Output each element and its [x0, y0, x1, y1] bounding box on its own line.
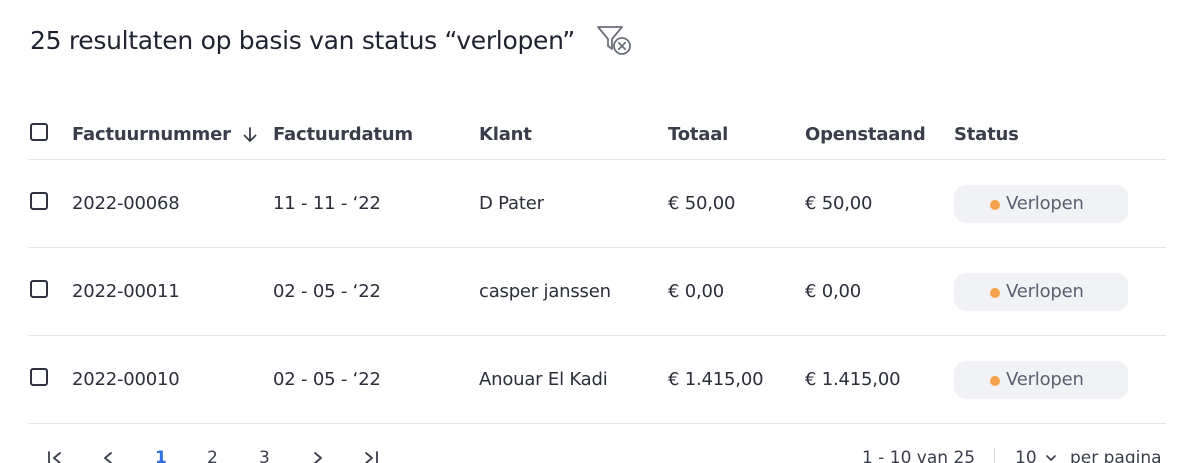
chevron-down-icon: [1046, 455, 1056, 461]
page-range-text: 1 - 10 van 25: [862, 448, 976, 463]
invoice-number: 2022-00068: [72, 193, 180, 214]
per-page-value: 10: [1015, 448, 1037, 463]
invoice-date: 02 - 05 - ‘22: [273, 369, 381, 390]
invoice-client: casper janssen: [479, 281, 611, 302]
row-checkbox[interactable]: [30, 280, 48, 303]
page-1-button[interactable]: 1: [155, 448, 167, 463]
page-3-button[interactable]: 3: [259, 448, 270, 463]
invoice-total: € 0,00: [668, 281, 725, 302]
status-dot-icon: [990, 287, 1000, 298]
invoice-client: Anouar El Kadi: [479, 369, 608, 390]
invoice-table: Factuurnummer Factuurdatum Klant Totaal …: [28, 110, 1166, 424]
filter-clear-icon: [597, 26, 631, 55]
invoice-number: 2022-00011: [72, 281, 180, 302]
status-dot-icon: [990, 199, 1000, 210]
per-page-label: per pagina: [1070, 448, 1162, 463]
clear-filter-button[interactable]: [595, 22, 635, 58]
first-page-icon[interactable]: [46, 450, 66, 463]
chevron-left-icon[interactable]: [100, 450, 116, 463]
column-header-status[interactable]: Status: [954, 124, 1019, 145]
column-header-open[interactable]: Openstaand: [805, 124, 926, 145]
row-checkbox[interactable]: [30, 192, 48, 215]
pager-divider: [994, 448, 995, 463]
invoice-date: 11 - 11 - ‘22: [273, 193, 381, 214]
column-header-date[interactable]: Factuurdatum: [273, 124, 413, 145]
invoice-open-amount: € 0,00: [805, 281, 862, 302]
status-badge-label: Verlopen: [1006, 193, 1084, 214]
invoice-total: € 1.415,00: [668, 369, 764, 390]
row-checkbox[interactable]: [30, 368, 48, 391]
status-badge: Verlopen: [954, 360, 1128, 399]
status-badge-label: Verlopen: [1006, 281, 1084, 302]
status-badge-label: Verlopen: [1006, 369, 1084, 390]
column-header-total[interactable]: Totaal: [668, 124, 728, 145]
invoice-number: 2022-00010: [72, 369, 180, 390]
page-title: 25 resultaten op basis van status “verlo…: [30, 25, 575, 55]
chevron-right-icon[interactable]: [310, 450, 326, 463]
table-row[interactable]: 2022-00068 11 - 11 - ‘22 D Pater € 50,00…: [28, 160, 1166, 248]
page-2-button[interactable]: 2: [207, 448, 218, 463]
table-row[interactable]: 2022-00010 02 - 05 - ‘22 Anouar El Kadi …: [28, 336, 1166, 424]
table-row[interactable]: 2022-00011 02 - 05 - ‘22 casper janssen …: [28, 248, 1166, 336]
pagination: 1 2 3 1 - 10 van 25 10 per pagina: [0, 448, 1200, 463]
table-header-row: Factuurnummer Factuurdatum Klant Totaal …: [28, 110, 1166, 160]
invoice-open-amount: € 1.415,00: [805, 369, 901, 390]
status-badge: Verlopen: [954, 184, 1128, 223]
arrow-down-icon: [243, 126, 257, 142]
last-page-icon[interactable]: [360, 450, 380, 463]
column-header-number-label: Factuurnummer: [72, 124, 231, 145]
column-header-number[interactable]: Factuurnummer: [72, 124, 259, 145]
invoice-client: D Pater: [479, 193, 544, 214]
results-header: 25 resultaten op basis van status “verlo…: [30, 20, 635, 60]
invoice-open-amount: € 50,00: [805, 193, 873, 214]
status-dot-icon: [990, 375, 1000, 386]
column-header-client[interactable]: Klant: [479, 124, 532, 145]
invoice-total: € 50,00: [668, 193, 736, 214]
status-badge: Verlopen: [954, 272, 1128, 311]
per-page-select[interactable]: 10: [1015, 448, 1057, 463]
invoice-date: 02 - 05 - ‘22: [273, 281, 381, 302]
select-all-checkbox[interactable]: [30, 123, 48, 146]
